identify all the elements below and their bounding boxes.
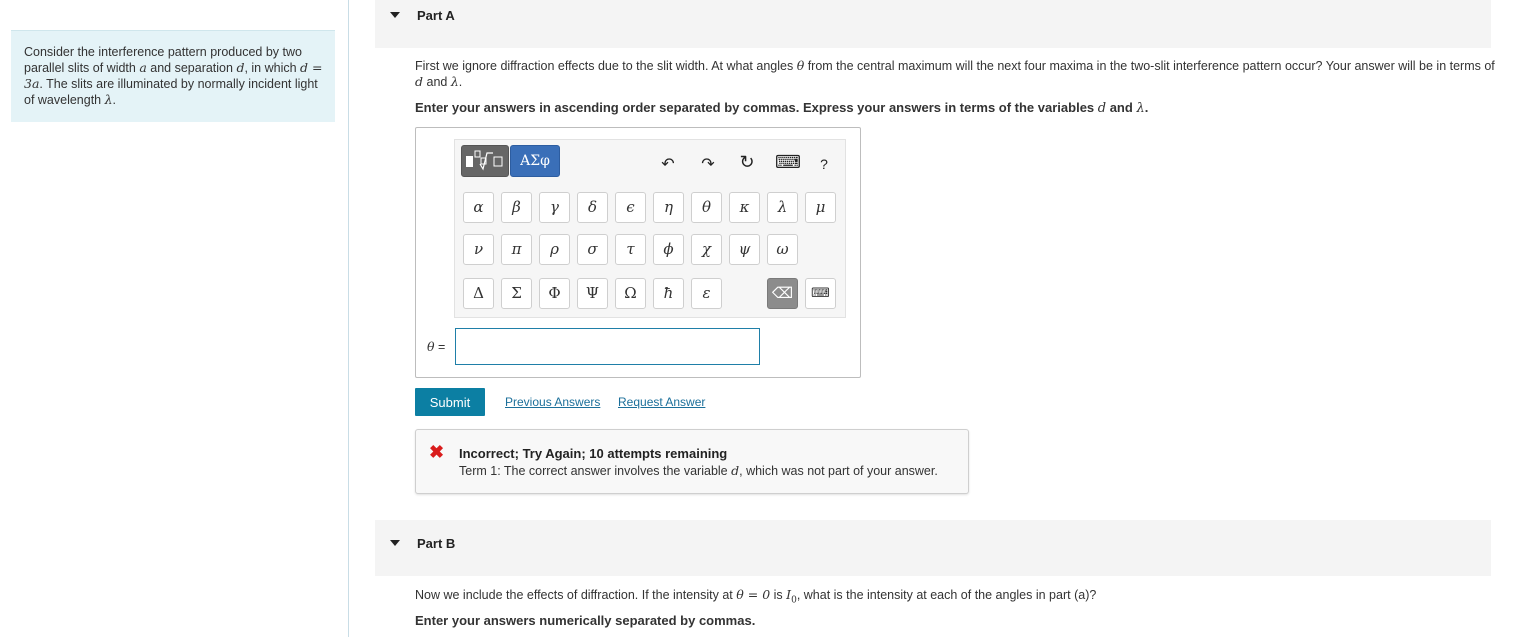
symbol-key-epsilon[interactable]: ϵ	[615, 192, 646, 223]
feedback-text: Term 1: The correct answer involves the …	[459, 464, 732, 478]
keyboard-toggle-icon: ⌨	[811, 286, 830, 301]
request-answer-link[interactable]: Request Answer	[618, 395, 705, 409]
templates-tab[interactable]	[461, 145, 509, 177]
symbol-key-omega[interactable]: ω	[767, 234, 798, 265]
var-lambda: λ	[104, 92, 113, 107]
symbol-key-tau[interactable]: τ	[615, 234, 646, 265]
question-text: First we ignore diffraction effects due …	[415, 59, 797, 73]
symbol-palette: ΑΣφ ↶ ↷ ↻ ⌨ ? α β γ δ ϵ η θ κ λ μ ν π ρ …	[454, 139, 846, 318]
symbol-key-capital-delta[interactable]: Δ	[463, 278, 494, 309]
submit-button[interactable]: Submit	[415, 388, 485, 416]
var-lambda: λ	[1136, 101, 1145, 116]
symbol-key-varepsilon[interactable]: ε	[691, 278, 722, 309]
undo-icon[interactable]: ↶	[658, 154, 678, 174]
feedback-box: ✖ Incorrect; Try Again; 10 attempts rema…	[415, 429, 969, 494]
feedback-detail: Term 1: The correct answer involves the …	[459, 463, 938, 478]
instruction-text: and	[1106, 100, 1137, 115]
previous-answers-link[interactable]: Previous Answers	[505, 395, 600, 409]
equals-sign: =	[434, 340, 446, 354]
symbol-key-pi[interactable]: π	[501, 234, 532, 265]
greek-tab[interactable]: ΑΣφ	[510, 145, 560, 177]
feedback-title: Incorrect; Try Again; 10 attempts remain…	[459, 446, 728, 461]
part-b-title: Part B	[417, 536, 456, 551]
caret-down-icon[interactable]	[390, 12, 400, 18]
symbol-key-chi[interactable]: χ	[691, 234, 722, 265]
symbol-key-capital-omega[interactable]: Ω	[615, 278, 646, 309]
symbol-key-psi[interactable]: ψ	[729, 234, 760, 265]
symbol-key-capital-phi[interactable]: Φ	[539, 278, 570, 309]
answer-label: θ =	[427, 339, 445, 354]
vertical-divider	[348, 0, 349, 637]
math-answer-editor: ΑΣφ ↶ ↷ ↻ ⌨ ? α β γ δ ϵ η θ κ λ μ ν π ρ …	[415, 127, 861, 378]
feedback-text: , which was not part of your answer.	[739, 464, 938, 478]
answer-input[interactable]	[455, 328, 760, 365]
question-text: .	[458, 75, 463, 89]
symbol-key-kappa[interactable]: κ	[729, 192, 760, 223]
symbol-key-theta[interactable]: θ	[691, 192, 722, 223]
symbol-key-hbar[interactable]: ħ	[653, 278, 684, 309]
reset-icon[interactable]: ↻	[737, 152, 757, 173]
part-b-instructions: Enter your answers numerically separated…	[415, 613, 756, 628]
problem-text: and separation	[146, 61, 237, 75]
part-a-question: First we ignore diffraction effects due …	[415, 58, 1495, 90]
keyboard-toggle-key[interactable]: ⌨	[805, 278, 836, 309]
redo-icon[interactable]: ↷	[698, 154, 718, 174]
part-a-header[interactable]: Part A	[375, 0, 1491, 48]
templates-icon	[466, 150, 503, 171]
symbol-key-mu[interactable]: μ	[805, 192, 836, 223]
question-text: , what is the intensity at each of the a…	[796, 588, 1097, 602]
caret-down-icon[interactable]	[390, 540, 400, 546]
part-a-title: Part A	[417, 8, 455, 23]
problem-text: . The slits are illuminated by normally …	[24, 77, 318, 107]
symbol-key-lambda[interactable]: λ	[767, 192, 798, 223]
problem-statement: Consider the interference pattern produc…	[11, 30, 335, 122]
question-text: from the central maximum will the next f…	[804, 59, 1495, 73]
part-b-question: Now we include the effects of diffractio…	[415, 587, 1096, 609]
instruction-text: Enter your answers in ascending order se…	[415, 100, 1098, 115]
equation-theta-zero: θ = 0	[736, 587, 771, 602]
symbol-key-capital-sigma[interactable]: Σ	[501, 278, 532, 309]
problem-text: , in which	[244, 61, 301, 75]
error-x-icon: ✖	[429, 442, 445, 462]
keyboard-icon[interactable]: ⌨	[775, 152, 801, 173]
instruction-text: .	[1144, 100, 1149, 115]
symbol-key-nu[interactable]: ν	[463, 234, 494, 265]
question-text: is	[770, 588, 787, 602]
symbol-key-delta[interactable]: δ	[577, 192, 608, 223]
symbol-key-gamma[interactable]: γ	[539, 192, 570, 223]
help-icon[interactable]: ?	[814, 156, 834, 172]
question-text: and	[423, 75, 451, 89]
symbol-key-sigma[interactable]: σ	[577, 234, 608, 265]
symbol-key-alpha[interactable]: α	[463, 192, 494, 223]
var-d: d	[1097, 101, 1107, 116]
var-lambda: λ	[450, 74, 459, 89]
symbol-key-capital-psi[interactable]: Ψ	[577, 278, 608, 309]
symbol-key-eta[interactable]: η	[653, 192, 684, 223]
backspace-icon: ⌫	[771, 284, 794, 302]
symbol-key-rho[interactable]: ρ	[539, 234, 570, 265]
part-a-instructions: Enter your answers in ascending order se…	[415, 100, 1148, 116]
var-d: d	[415, 74, 424, 89]
question-text: Now we include the effects of diffractio…	[415, 588, 737, 602]
part-b-header[interactable]: Part B	[375, 520, 1491, 576]
symbol-key-phi[interactable]: ϕ	[653, 234, 684, 265]
var-theta: θ	[427, 339, 435, 354]
backspace-key[interactable]: ⌫	[767, 278, 798, 309]
symbol-key-beta[interactable]: β	[501, 192, 532, 223]
var-a: a	[139, 60, 147, 75]
var-d: d	[731, 463, 740, 478]
problem-text: .	[112, 93, 117, 107]
